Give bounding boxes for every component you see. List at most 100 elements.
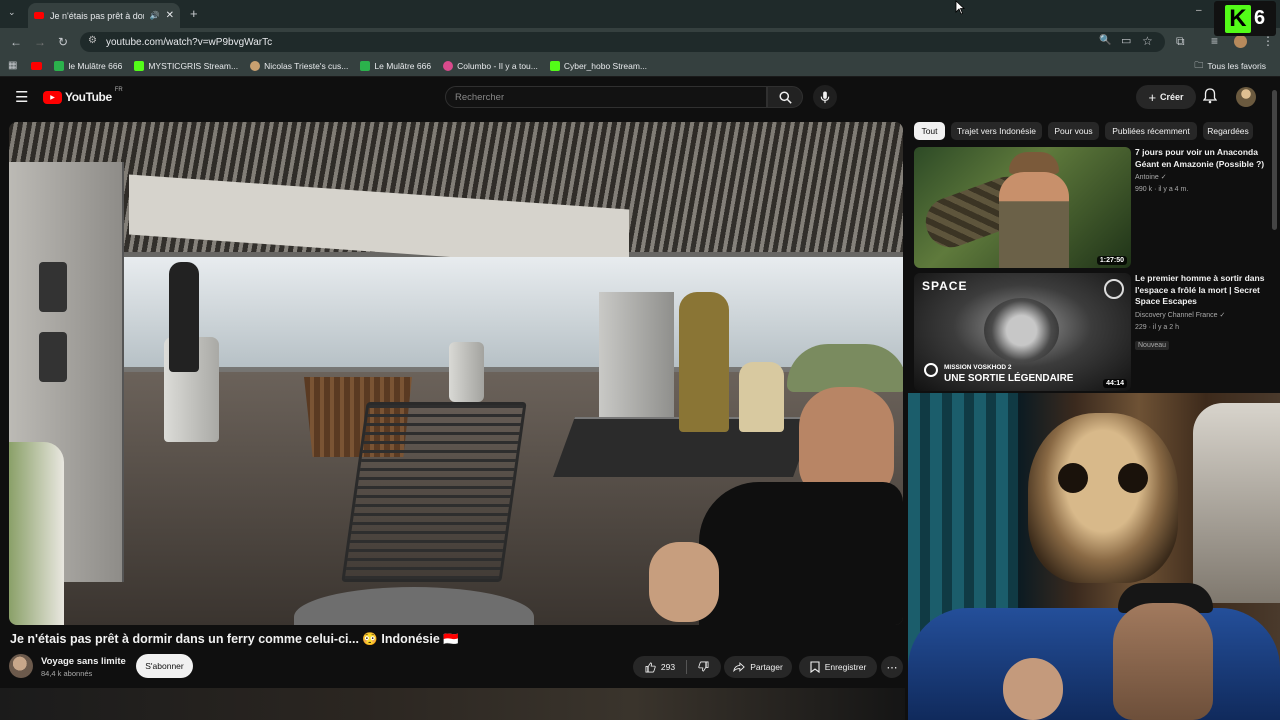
recommendation-channel: Discovery Channel France ✓ bbox=[1135, 311, 1226, 319]
dislike-button[interactable] bbox=[698, 661, 709, 674]
kick-icon bbox=[134, 60, 145, 71]
video-duration: 44:14 bbox=[1103, 379, 1127, 388]
logo-text: YouTube bbox=[65, 90, 112, 104]
menu-icon[interactable]: ☰ bbox=[15, 88, 28, 106]
chip-recent[interactable]: Publiées récemment bbox=[1105, 122, 1197, 140]
youtube-logo[interactable]: ▶ YouTube FR bbox=[43, 87, 123, 104]
logo-region: FR bbox=[114, 87, 123, 93]
chip-for-you[interactable]: Pour vous bbox=[1048, 122, 1099, 140]
phone-box bbox=[39, 332, 67, 382]
thumb-caption-small: MISSION VOSKHOD 2 bbox=[944, 364, 1012, 371]
chip-watched[interactable]: Regardées bbox=[1203, 122, 1253, 140]
bookmark-youtube[interactable] bbox=[31, 61, 43, 70]
bookmark-label: le Mulâtre 666 bbox=[68, 60, 123, 71]
youtube-favicon-icon bbox=[34, 12, 44, 19]
bookmark-item[interactable]: Le Mulâtre 666 bbox=[360, 60, 432, 71]
recommendation-meta: 990 k · il y a 4 m. bbox=[1135, 186, 1189, 193]
chair bbox=[341, 402, 527, 582]
back-icon[interactable]: ← bbox=[10, 35, 22, 49]
bookmark-star-icon[interactable]: ☆ bbox=[1142, 34, 1153, 48]
new-tab-icon[interactable]: + bbox=[190, 6, 198, 21]
bookmark-favicon-icon bbox=[250, 60, 261, 71]
more-actions-button[interactable]: ⋯ bbox=[881, 656, 903, 678]
bookmark-label: Le Mulâtre 666 bbox=[374, 60, 432, 71]
chip-related[interactable]: Trajet vers Indonésie bbox=[951, 122, 1042, 140]
bookmark-item[interactable]: Columbo - Il y a tou... bbox=[443, 60, 538, 71]
create-button[interactable]: + Créer bbox=[1136, 85, 1196, 109]
kick-overlay-badge: K 6 bbox=[1214, 1, 1276, 36]
profile-avatar[interactable] bbox=[1234, 35, 1247, 48]
notifications-button[interactable] bbox=[1202, 88, 1218, 109]
site-info-icon[interactable]: ⚙ bbox=[88, 35, 97, 46]
thumbs-down-icon bbox=[698, 661, 709, 671]
channel-avatar[interactable] bbox=[9, 654, 33, 678]
close-tab-icon[interactable]: ✕ bbox=[166, 10, 174, 21]
bookmark-item[interactable]: Nicolas Trieste's cus... bbox=[250, 60, 348, 71]
search-button[interactable] bbox=[767, 86, 803, 108]
explorer bbox=[999, 172, 1069, 268]
tab-list-icon[interactable]: ⌄ bbox=[8, 7, 16, 18]
recommendation-thumbnail[interactable]: SPACE MISSION VOSKHOD 2 UNE SORTIE LÉGEN… bbox=[914, 273, 1131, 391]
recommendation-channel: Antoine ✓ bbox=[1135, 174, 1167, 181]
thumb-text-top: SPACE bbox=[922, 279, 968, 293]
bookmark-item[interactable]: Cyber_hobo Stream... bbox=[549, 60, 647, 71]
folder-icon: 🗀 bbox=[1194, 59, 1204, 70]
video-player[interactable] bbox=[9, 122, 903, 625]
zoom-icon[interactable]: 🔍 bbox=[1099, 35, 1111, 46]
reading-list-icon[interactable]: ≡ bbox=[1211, 34, 1218, 48]
recommendation-info[interactable]: Le premier homme à sortir dans l'espace … bbox=[1135, 273, 1265, 352]
astronaut-helmet bbox=[984, 298, 1059, 363]
like-button[interactable]: 293 bbox=[645, 662, 675, 673]
account-avatar[interactable] bbox=[1236, 87, 1256, 107]
man-shirt bbox=[699, 482, 903, 625]
all-favorites[interactable]: 🗀 Tous les favoris bbox=[1194, 58, 1266, 74]
browser-menu-icon[interactable]: ⋮ bbox=[1262, 34, 1274, 48]
bookmark-icon bbox=[810, 661, 820, 673]
kick-icon bbox=[549, 60, 560, 71]
video-duration: 1:27:50 bbox=[1096, 256, 1127, 265]
plus-icon: + bbox=[1148, 89, 1157, 105]
browser-tab[interactable]: Je n'étais pas prêt à dormir 🔊 ✕ bbox=[28, 3, 180, 28]
voice-search-button[interactable] bbox=[813, 85, 837, 109]
discovery-d-icon bbox=[924, 363, 938, 377]
share-button[interactable]: Partager bbox=[724, 656, 792, 678]
channel-name[interactable]: Voyage sans limite bbox=[41, 656, 126, 667]
bookmark-item[interactable]: MYSTICGRIS Stream... bbox=[134, 60, 238, 71]
thumbs-up-icon bbox=[645, 662, 656, 672]
thumb-caption: UNE SORTIE LÉGENDAIRE bbox=[944, 373, 1074, 384]
like-dislike-group: 293 bbox=[633, 656, 721, 678]
play-logo-icon: ▶ bbox=[43, 90, 62, 104]
url-bar[interactable]: ⚙ youtube.com/watch?v=wP9bvgWarTc bbox=[80, 32, 1165, 52]
bookmark-label: Columbo - Il y a tou... bbox=[457, 60, 538, 71]
recommendation-thumbnail[interactable]: 1:27:50 bbox=[914, 147, 1131, 268]
url-text: youtube.com/watch?v=wP9bvgWarTc bbox=[106, 36, 273, 48]
verified-icon: ✓ bbox=[1219, 311, 1226, 319]
chip-all[interactable]: Tout bbox=[914, 122, 945, 140]
forward-icon[interactable]: → bbox=[34, 35, 46, 49]
person bbox=[169, 262, 199, 372]
streamer-face bbox=[1113, 603, 1213, 720]
bookmarks-bar: ▦ le Mulâtre 666 MYSTICGRIS Stream... Ni… bbox=[0, 55, 1280, 77]
new-badge: Nouveau bbox=[1135, 340, 1170, 350]
apps-grid-icon[interactable]: ▦ bbox=[8, 60, 17, 71]
scrollbar[interactable] bbox=[1272, 90, 1277, 230]
extensions-icon[interactable]: ⧉ bbox=[1176, 34, 1185, 49]
minimize-icon[interactable]: – bbox=[1196, 5, 1202, 16]
recommendation-title: 7 jours pour voir un Anaconda Géant en A… bbox=[1135, 147, 1265, 169]
subscriber-count: 84,4 k abonnés bbox=[41, 669, 93, 678]
like-count: 293 bbox=[660, 662, 676, 672]
save-button[interactable]: Enregistrer bbox=[799, 656, 877, 678]
save-label: Enregistrer bbox=[824, 662, 867, 672]
search-input[interactable]: Rechercher bbox=[445, 86, 767, 108]
more-horizontal-icon: ⋯ bbox=[886, 661, 898, 674]
recommendation-info[interactable]: 7 jours pour voir un Anaconda Géant en A… bbox=[1135, 147, 1265, 196]
bookmark-item[interactable]: le Mulâtre 666 bbox=[54, 60, 123, 71]
skull-eye bbox=[1058, 463, 1088, 493]
like-divider bbox=[686, 660, 688, 674]
subscribe-button[interactable]: S'abonner bbox=[136, 654, 193, 678]
cast-icon[interactable]: ▭ bbox=[1121, 34, 1131, 47]
share-icon bbox=[733, 662, 745, 672]
audio-icon[interactable]: 🔊 bbox=[150, 11, 160, 20]
reload-icon[interactable]: ↻ bbox=[58, 35, 68, 49]
recommendation-meta: 229 · il y a 2 h bbox=[1135, 323, 1179, 331]
